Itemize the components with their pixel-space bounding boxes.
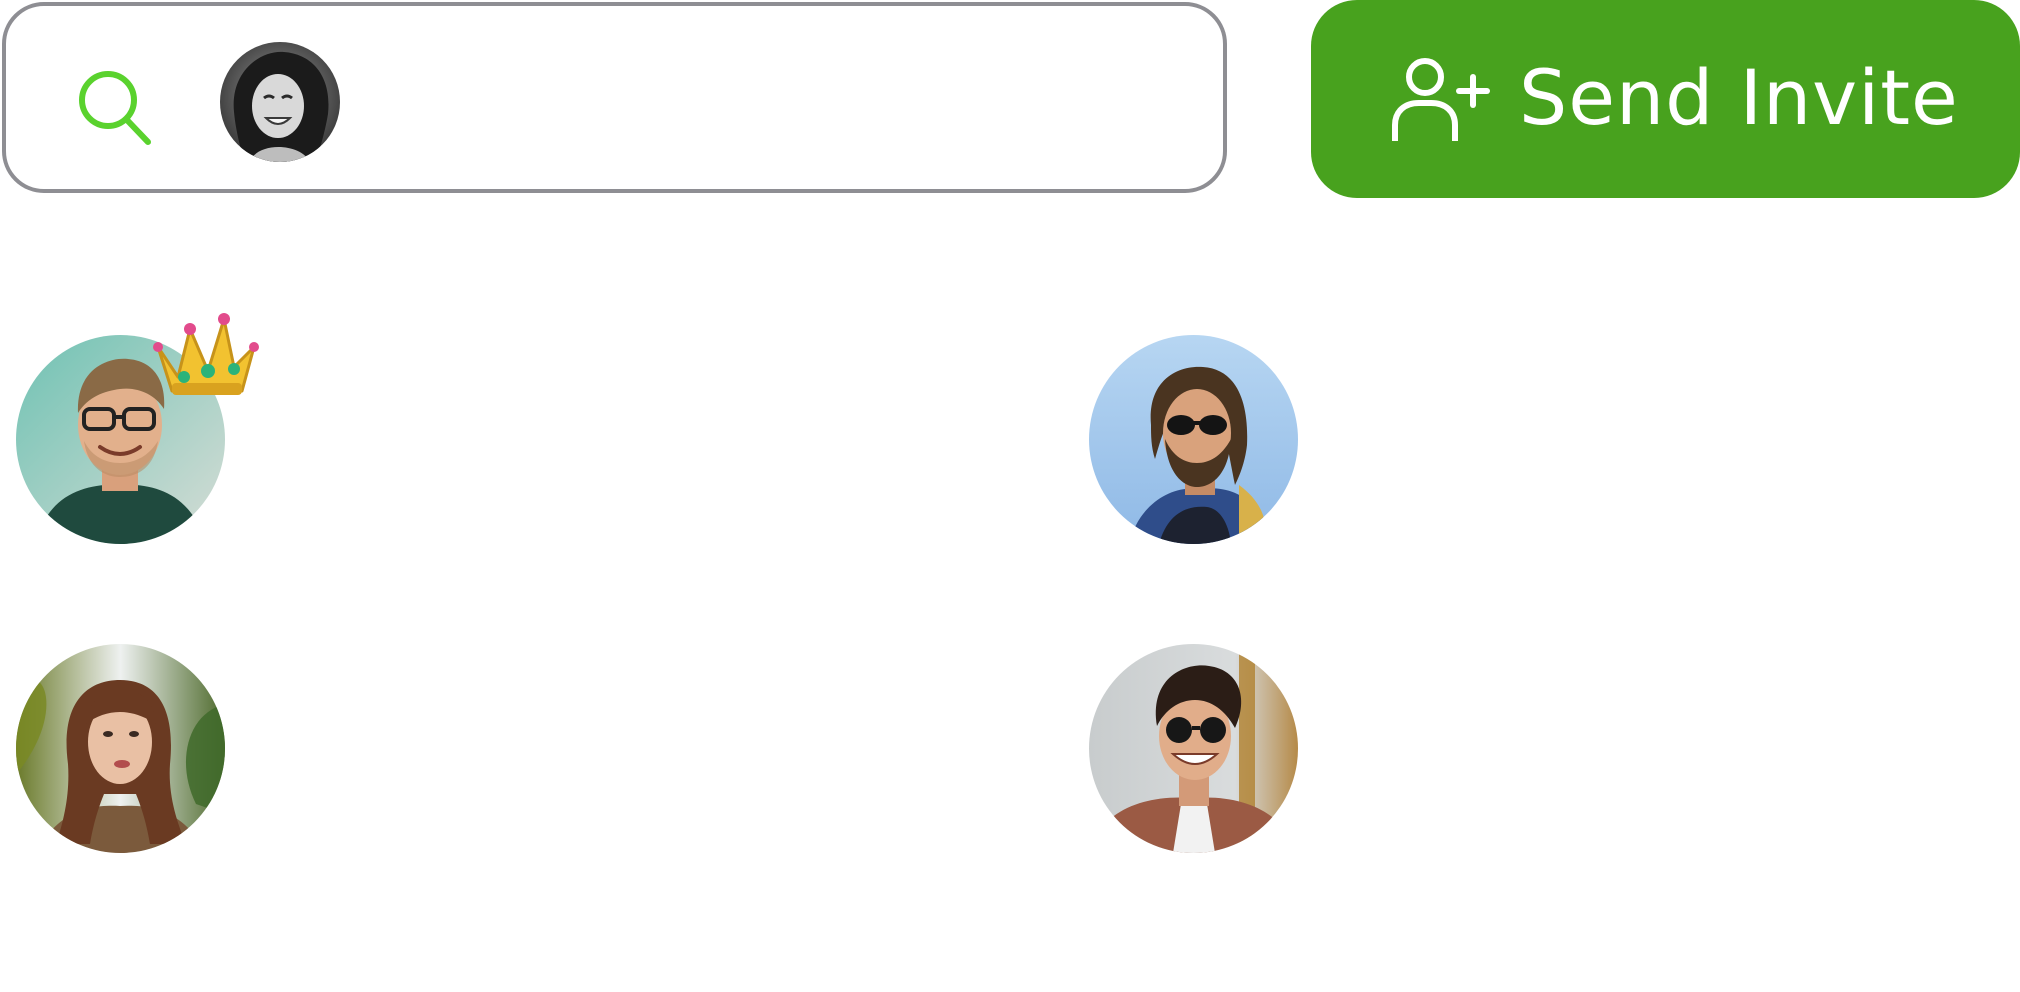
- send-invite-button[interactable]: Send Invite: [1311, 0, 2020, 198]
- search-bar[interactable]: [2, 2, 1227, 193]
- selected-contact-avatar[interactable]: [220, 42, 340, 162]
- send-invite-label: Send Invite: [1519, 53, 1959, 142]
- member-avatar[interactable]: [1089, 335, 1298, 544]
- member-avatar[interactable]: [16, 644, 225, 853]
- add-user-icon: [1392, 58, 1490, 141]
- crown-icon: [153, 313, 259, 395]
- member-avatar[interactable]: [16, 313, 259, 544]
- search-icon: [79, 71, 151, 145]
- member-avatar[interactable]: [1089, 644, 1298, 853]
- search-input[interactable]: [366, 66, 1190, 138]
